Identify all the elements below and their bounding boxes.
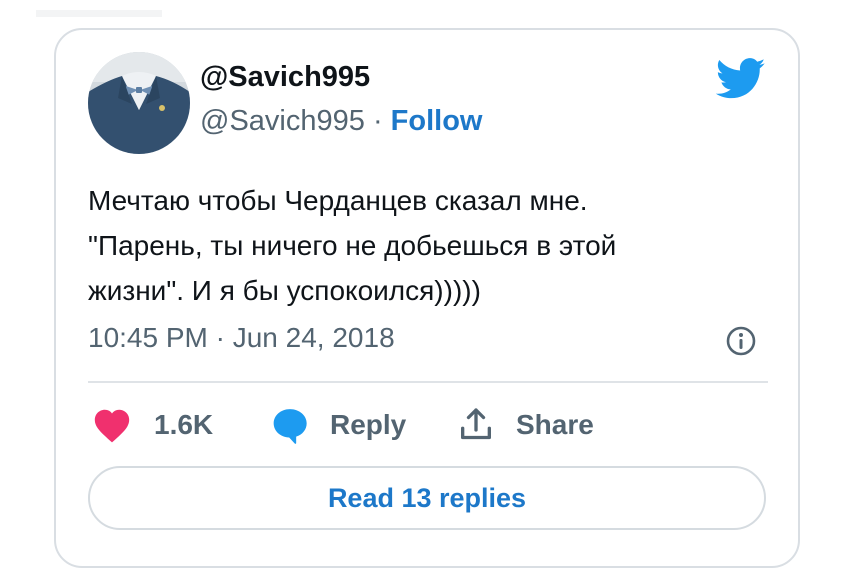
info-icon[interactable] [725, 325, 757, 357]
author-handle[interactable]: @Savich995 [200, 105, 365, 137]
avatar[interactable] [88, 52, 190, 154]
author-display-name[interactable]: @Savich995 [200, 61, 370, 94]
author-handle-row: @Savich995 · Follow [200, 105, 483, 138]
follow-button[interactable]: Follow [391, 105, 483, 137]
tweet-text-line: "Парень, ты ничего не добьешься в этой [88, 230, 617, 261]
share-label: Share [516, 409, 594, 440]
read-replies-label: Read 13 replies [327, 482, 527, 513]
share-button[interactable]: Share [456, 402, 594, 448]
reply-bubble-icon [270, 405, 310, 445]
heart-icon [92, 407, 132, 443]
tweet-text-line: Мечтаю чтобы Черданцев сказал мне. [88, 185, 588, 216]
like-button[interactable]: 1.6K [92, 402, 213, 448]
reply-button[interactable]: Reply [270, 402, 406, 448]
divider [88, 381, 768, 383]
tweet-timestamp[interactable]: 10:45 PM · Jun 24, 2018 [88, 322, 395, 354]
like-count: 1.6K [154, 409, 214, 440]
top-edge-fragment [36, 10, 162, 17]
share-icon [456, 405, 496, 445]
handle-separator: · [372, 105, 383, 137]
tweet-text: Мечтаю чтобы Черданцев сказал мне. "Паре… [88, 178, 728, 313]
tweet-text-line: жизни". И я бы успокоился))))) [88, 275, 481, 306]
read-replies-button[interactable]: Read 13 replies [88, 466, 766, 530]
reply-label: Reply [330, 409, 407, 440]
twitter-bird-icon[interactable] [715, 58, 766, 100]
